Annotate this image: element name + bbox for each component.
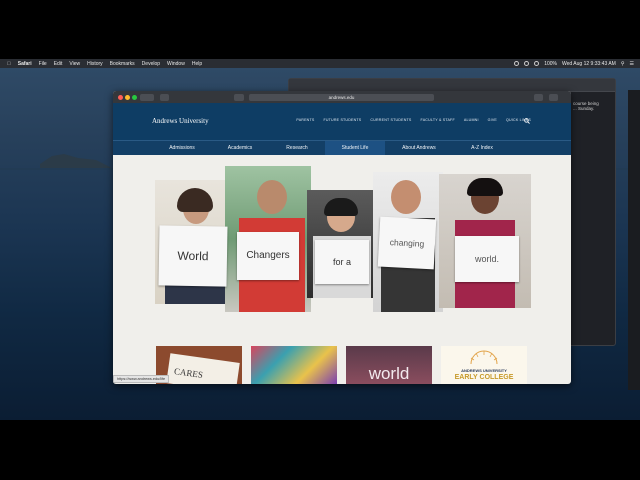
menu-history[interactable]: History xyxy=(87,61,103,67)
nav-research[interactable]: Research xyxy=(269,141,325,155)
nav-student-life[interactable]: Student Life xyxy=(325,141,385,155)
hero-collage: World Changers for a changing world. xyxy=(155,166,531,318)
address-bar[interactable]: andrews.edu xyxy=(249,93,434,101)
menu-bookmarks[interactable]: Bookmarks xyxy=(110,61,135,67)
top-nav: PARENTS FUTURE STUDENTS CURRENT STUDENTS… xyxy=(296,118,531,122)
search-menu-icon[interactable]: ⚲ xyxy=(621,61,625,67)
feature-tile-2[interactable] xyxy=(251,346,337,384)
feature-tile-4[interactable]: ANDREWS UNIVERSITY EARLY COLLEGE xyxy=(441,346,527,384)
main-nav: Admissions Academics Research Student Li… xyxy=(113,140,571,155)
sign-world-period: world. xyxy=(455,236,519,282)
topnav-future-students[interactable]: FUTURE STUDENTS xyxy=(323,118,361,122)
menu-develop[interactable]: Develop xyxy=(142,61,160,67)
sign-world: World xyxy=(158,225,228,287)
tile-world-text: world xyxy=(368,364,410,383)
sunburst-icon xyxy=(470,350,498,365)
menu-view[interactable]: View xyxy=(69,61,80,67)
island-silhouette xyxy=(40,154,112,168)
record-icon[interactable] xyxy=(514,61,520,66)
site-logo[interactable]: Andrews University xyxy=(152,117,209,125)
background-window-text: course being ... Sunday. xyxy=(573,101,599,111)
status-bar-url: https://www.andrews.edu/life xyxy=(113,375,170,383)
sign-changers: Changers xyxy=(237,232,299,280)
sidebar-button[interactable] xyxy=(160,93,169,101)
topnav-parents[interactable]: PARENTS xyxy=(296,118,314,122)
zoom-button[interactable] xyxy=(132,95,137,100)
tile-early-college-line1: ANDREWS UNIVERSITY xyxy=(461,368,507,373)
back-forward-button[interactable] xyxy=(140,93,154,101)
search-icon[interactable] xyxy=(524,118,530,124)
nav-a-z-index[interactable]: A-Z Index xyxy=(453,141,511,155)
sign-changing: changing xyxy=(377,216,437,270)
menu-bar:  Safari File Edit View History Bookmark… xyxy=(0,59,640,68)
menu-edit[interactable]: Edit xyxy=(54,61,63,67)
screen-icon[interactable] xyxy=(524,61,530,66)
apple-icon[interactable]:  xyxy=(7,61,11,67)
wifi-icon[interactable] xyxy=(534,61,540,66)
right-edge-window xyxy=(628,90,640,390)
sign-for-a: for a xyxy=(315,240,369,284)
menu-app-name[interactable]: Safari xyxy=(18,61,32,67)
topnav-faculty-staff[interactable]: FACULTY & STAFF xyxy=(421,118,455,122)
menu-file[interactable]: File xyxy=(39,61,47,67)
tabs-button[interactable] xyxy=(549,93,558,101)
share-button[interactable] xyxy=(534,93,543,101)
feature-tile-3[interactable]: world xyxy=(346,346,432,384)
topnav-give[interactable]: GIVE xyxy=(488,118,497,122)
topnav-alumni[interactable]: ALUMNI xyxy=(464,118,479,122)
close-button[interactable] xyxy=(118,95,123,100)
control-center-icon[interactable]: ☰ xyxy=(630,61,634,67)
minimize-button[interactable] xyxy=(125,95,130,100)
shield-icon[interactable] xyxy=(234,93,244,101)
safari-window: andrews.edu Andrews University PARENTS F… xyxy=(113,91,571,384)
browser-toolbar: andrews.edu xyxy=(113,91,571,103)
nav-admissions[interactable]: Admissions xyxy=(153,141,211,155)
menu-help[interactable]: Help xyxy=(192,61,202,67)
topnav-current-students[interactable]: CURRENT STUDENTS xyxy=(370,118,411,122)
tile-early-college-line2: EARLY COLLEGE xyxy=(454,374,514,381)
status-area: 100% Wed Aug 12 9:33:43 AM ⚲ ☰ xyxy=(514,59,634,68)
menu-window[interactable]: Window xyxy=(167,61,185,67)
clock[interactable]: Wed Aug 12 9:33:43 AM xyxy=(562,61,616,67)
nav-about-andrews[interactable]: About Andrews xyxy=(385,141,453,155)
nav-academics[interactable]: Academics xyxy=(211,141,269,155)
battery-percent[interactable]: 100% xyxy=(544,61,557,67)
